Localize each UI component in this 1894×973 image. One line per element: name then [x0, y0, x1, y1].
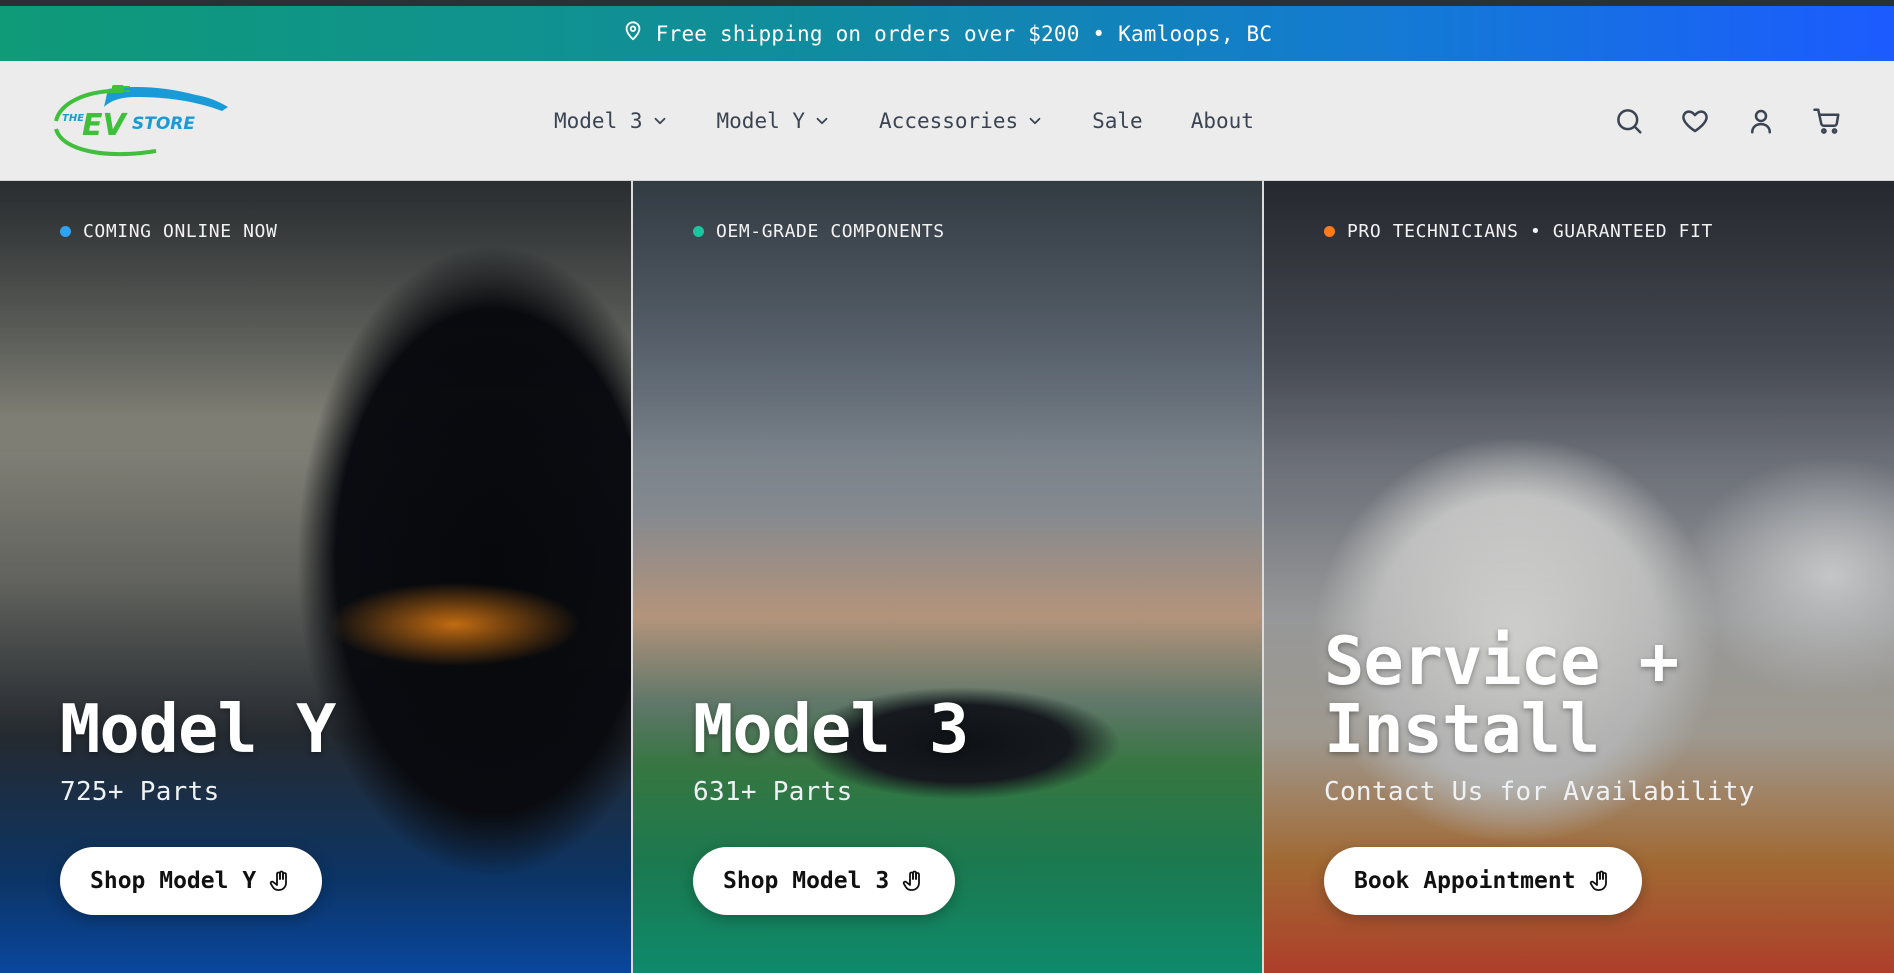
chevron-down-icon	[654, 117, 665, 125]
announcement-bar: Free shipping on orders over $200 • Kaml…	[0, 6, 1894, 61]
hand-pointer-icon	[903, 870, 921, 891]
panel-title: Model 3	[693, 690, 969, 768]
heart-icon[interactable]	[1680, 106, 1710, 136]
panel-tag-text: OEM-GRADE COMPONENTS	[716, 221, 945, 242]
chevron-down-icon	[816, 117, 828, 125]
site-logo[interactable]: THE EV STORE	[46, 81, 232, 161]
hand-pointer-icon	[1589, 870, 1607, 891]
nav-item-label: About	[1190, 109, 1254, 133]
panel-tag: COMING ONLINE NOW	[60, 221, 277, 242]
nav-item-label: Model 3	[554, 109, 643, 133]
nav-item-accessories[interactable]: Accessories	[879, 109, 1044, 133]
nav-item-model-y[interactable]: Model Y	[717, 109, 832, 133]
status-dot-icon	[60, 226, 71, 237]
main-nav: Model 3 Model Y Accessories Sale About	[554, 61, 1302, 181]
panel-subtitle: 725+ Parts	[60, 777, 220, 807]
panel-tag: OEM-GRADE COMPONENTS	[693, 221, 945, 242]
panel-title: Service + Install	[1324, 627, 1864, 763]
logo-text-store: STORE	[132, 114, 195, 134]
nav-item-label: Sale	[1092, 109, 1143, 133]
nav-item-about[interactable]: About	[1191, 109, 1254, 133]
panel-service-install[interactable]: PRO TECHNICIANS • GUARANTEED FIT Service…	[1262, 181, 1894, 973]
logo-text-ev: EV	[82, 108, 128, 143]
chevron-down-icon	[1029, 117, 1041, 125]
site-header: THE EV STORE Model 3 Model Y Accessories…	[0, 61, 1894, 181]
hero-panels: COMING ONLINE NOW Model Y 725+ Parts Sho…	[0, 181, 1894, 973]
header-actions	[1614, 61, 1842, 181]
shop-model-3-button[interactable]: Shop Model 3	[693, 847, 956, 915]
panel-content: Service + Install Contact Us for Availab…	[1324, 627, 1864, 915]
map-pin-icon	[622, 20, 644, 47]
book-appointment-button[interactable]: Book Appointment	[1324, 847, 1642, 915]
button-label: Shop Model Y	[90, 868, 257, 894]
logo-text-the: THE	[62, 113, 84, 124]
hand-pointer-icon	[270, 870, 288, 891]
panel-model-y[interactable]: COMING ONLINE NOW Model Y 725+ Parts Sho…	[0, 181, 631, 973]
nav-item-model-3[interactable]: Model 3	[554, 109, 669, 133]
user-icon[interactable]	[1746, 106, 1776, 136]
panel-subtitle: 631+ Parts	[693, 777, 853, 807]
nav-item-sale[interactable]: Sale	[1092, 109, 1143, 133]
announcement-text: Free shipping on orders over $200 • Kaml…	[655, 21, 1273, 46]
panel-tag-text: PRO TECHNICIANS • GUARANTEED FIT	[1347, 221, 1713, 242]
status-dot-icon	[1324, 226, 1335, 237]
button-label: Shop Model 3	[723, 868, 890, 894]
nav-item-label: Accessories	[879, 109, 1019, 133]
button-label: Book Appointment	[1354, 868, 1576, 894]
panel-title: Model Y	[60, 690, 336, 768]
panel-content: Model Y 725+ Parts Shop Model Y	[60, 695, 601, 915]
shop-model-y-button[interactable]: Shop Model Y	[60, 847, 323, 915]
nav-item-label: Model Y	[716, 109, 806, 133]
panel-title-line: Service +	[1324, 622, 1679, 700]
search-icon[interactable]	[1614, 106, 1644, 136]
cart-icon[interactable]	[1812, 106, 1842, 136]
status-dot-icon	[693, 226, 704, 237]
panel-title-line: Install	[1324, 690, 1600, 768]
panel-model-3[interactable]: OEM-GRADE COMPONENTS Model 3 631+ Parts …	[631, 181, 1262, 973]
panel-tag: PRO TECHNICIANS • GUARANTEED FIT	[1324, 221, 1713, 242]
panel-subtitle: Contact Us for Availability	[1324, 777, 1755, 807]
panel-tag-text: COMING ONLINE NOW	[83, 221, 278, 242]
panel-content: Model 3 631+ Parts Shop Model 3	[693, 695, 1232, 915]
